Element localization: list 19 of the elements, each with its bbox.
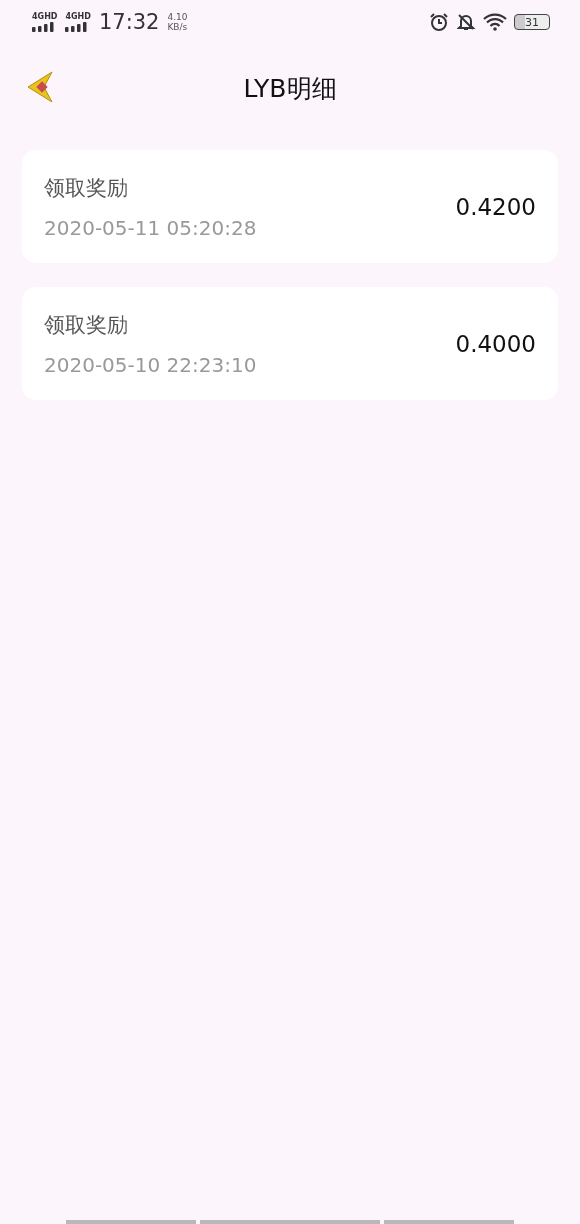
back-icon[interactable] — [26, 70, 56, 104]
network-label: 4GHD — [65, 12, 91, 21]
net-unit: KB/s — [167, 22, 188, 32]
record-time: 2020-05-11 05:20:28 — [44, 215, 257, 240]
record-amount: 0.4200 — [455, 193, 536, 220]
record-time: 2020-05-10 22:23:10 — [44, 352, 257, 377]
signal-icon — [32, 22, 54, 32]
record-title: 领取奖励 — [44, 311, 129, 339]
page-title: LYB明细 — [243, 72, 337, 105]
record-title: 领取奖励 — [44, 174, 129, 202]
signal-icon — [65, 22, 88, 32]
network-label: 4GHD — [32, 12, 58, 21]
battery-indicator: 31 — [514, 14, 550, 30]
bell-muted-icon — [456, 12, 476, 32]
alarm-icon — [429, 12, 449, 32]
wifi-icon — [483, 13, 507, 31]
net-speed: 4.10 — [167, 12, 188, 22]
record-amount: 0.4000 — [455, 330, 536, 357]
clock-time: 17:32 — [98, 10, 160, 34]
